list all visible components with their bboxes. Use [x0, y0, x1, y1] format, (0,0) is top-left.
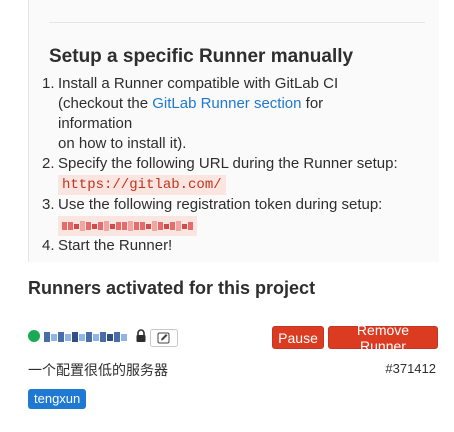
step-1: 1. Install a Runner compatible with GitL… — [42, 75, 339, 152]
divider — [49, 22, 425, 23]
runner-id: #371412 — [385, 361, 436, 376]
step-4: 4. Start the Runner! — [42, 237, 173, 254]
runners-title: Runners activated for this project — [28, 278, 316, 298]
pause-button[interactable]: Pause — [272, 326, 324, 349]
runner-row: Pause Remove Runner — [28, 322, 438, 354]
runner-token-redacted[interactable] — [44, 331, 127, 343]
registration-token — [58, 216, 197, 236]
step-3: 3. Use the following registration token … — [42, 195, 398, 236]
setup-steps: 1. Install a Runner compatible with GitL… — [42, 74, 398, 256]
setup-title: Setup a specific Runner manually — [49, 46, 354, 67]
edit-runner-button[interactable] — [150, 329, 178, 347]
redacted-token — [62, 218, 193, 234]
remove-runner-button[interactable]: Remove Runner — [328, 322, 438, 354]
runner-status-dot — [28, 330, 40, 342]
step-2: 2. Specify the following URL during the … — [42, 155, 398, 195]
gitlab-runner-section-link[interactable]: GitLab Runner section — [152, 95, 301, 112]
runner-description: 一个配置很低的服务器 — [28, 363, 168, 379]
pencil-icon — [157, 332, 170, 344]
lock-icon — [135, 329, 147, 343]
runner-tag: tengxun — [28, 389, 87, 409]
runner-url: https://gitlab.com/ — [58, 175, 226, 195]
